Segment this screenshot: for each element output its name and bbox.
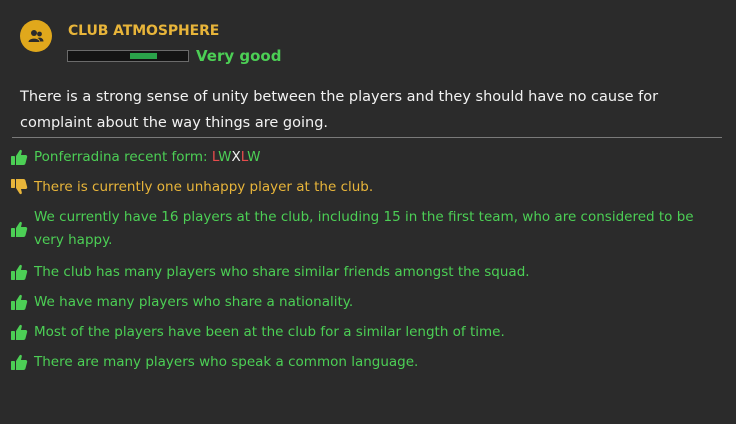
atmosphere-meter-fill [130, 53, 157, 59]
thumbs-up-icon [10, 220, 28, 238]
form-result: X [231, 149, 241, 165]
atmosphere-point-text: There are many players who speak a commo… [34, 354, 419, 370]
atmosphere-point-text: Most of the players have been at the clu… [34, 324, 505, 340]
club-atmosphere-badge [20, 20, 52, 52]
thumbs-up-icon [10, 293, 28, 311]
atmosphere-point-text: The club has many players who share simi… [34, 264, 530, 280]
thumbs-up-icon [10, 263, 28, 281]
form-result: W [218, 149, 232, 165]
atmosphere-rating: Very good [196, 47, 282, 65]
thumbs-down-icon [10, 178, 28, 196]
atmosphere-point-text: We have many players who share a nationa… [34, 294, 354, 310]
atmosphere-meter [67, 50, 189, 62]
thumbs-up-icon [10, 323, 28, 341]
atmosphere-point-text: We currently have 16 players at the club… [34, 209, 694, 248]
form-result: W [247, 149, 261, 165]
atmosphere-point-text: Ponferradina recent form: LWXLW [34, 149, 261, 165]
atmosphere-point-text: There is currently one unhappy player at… [34, 179, 374, 195]
divider [12, 137, 722, 138]
panel-title: CLUB ATMOSPHERE [68, 23, 220, 39]
thumbs-up-icon [10, 148, 28, 166]
thumbs-up-icon [10, 353, 28, 371]
people-icon [28, 30, 44, 42]
atmosphere-summary: There is a strong sense of unity between… [20, 89, 659, 131]
